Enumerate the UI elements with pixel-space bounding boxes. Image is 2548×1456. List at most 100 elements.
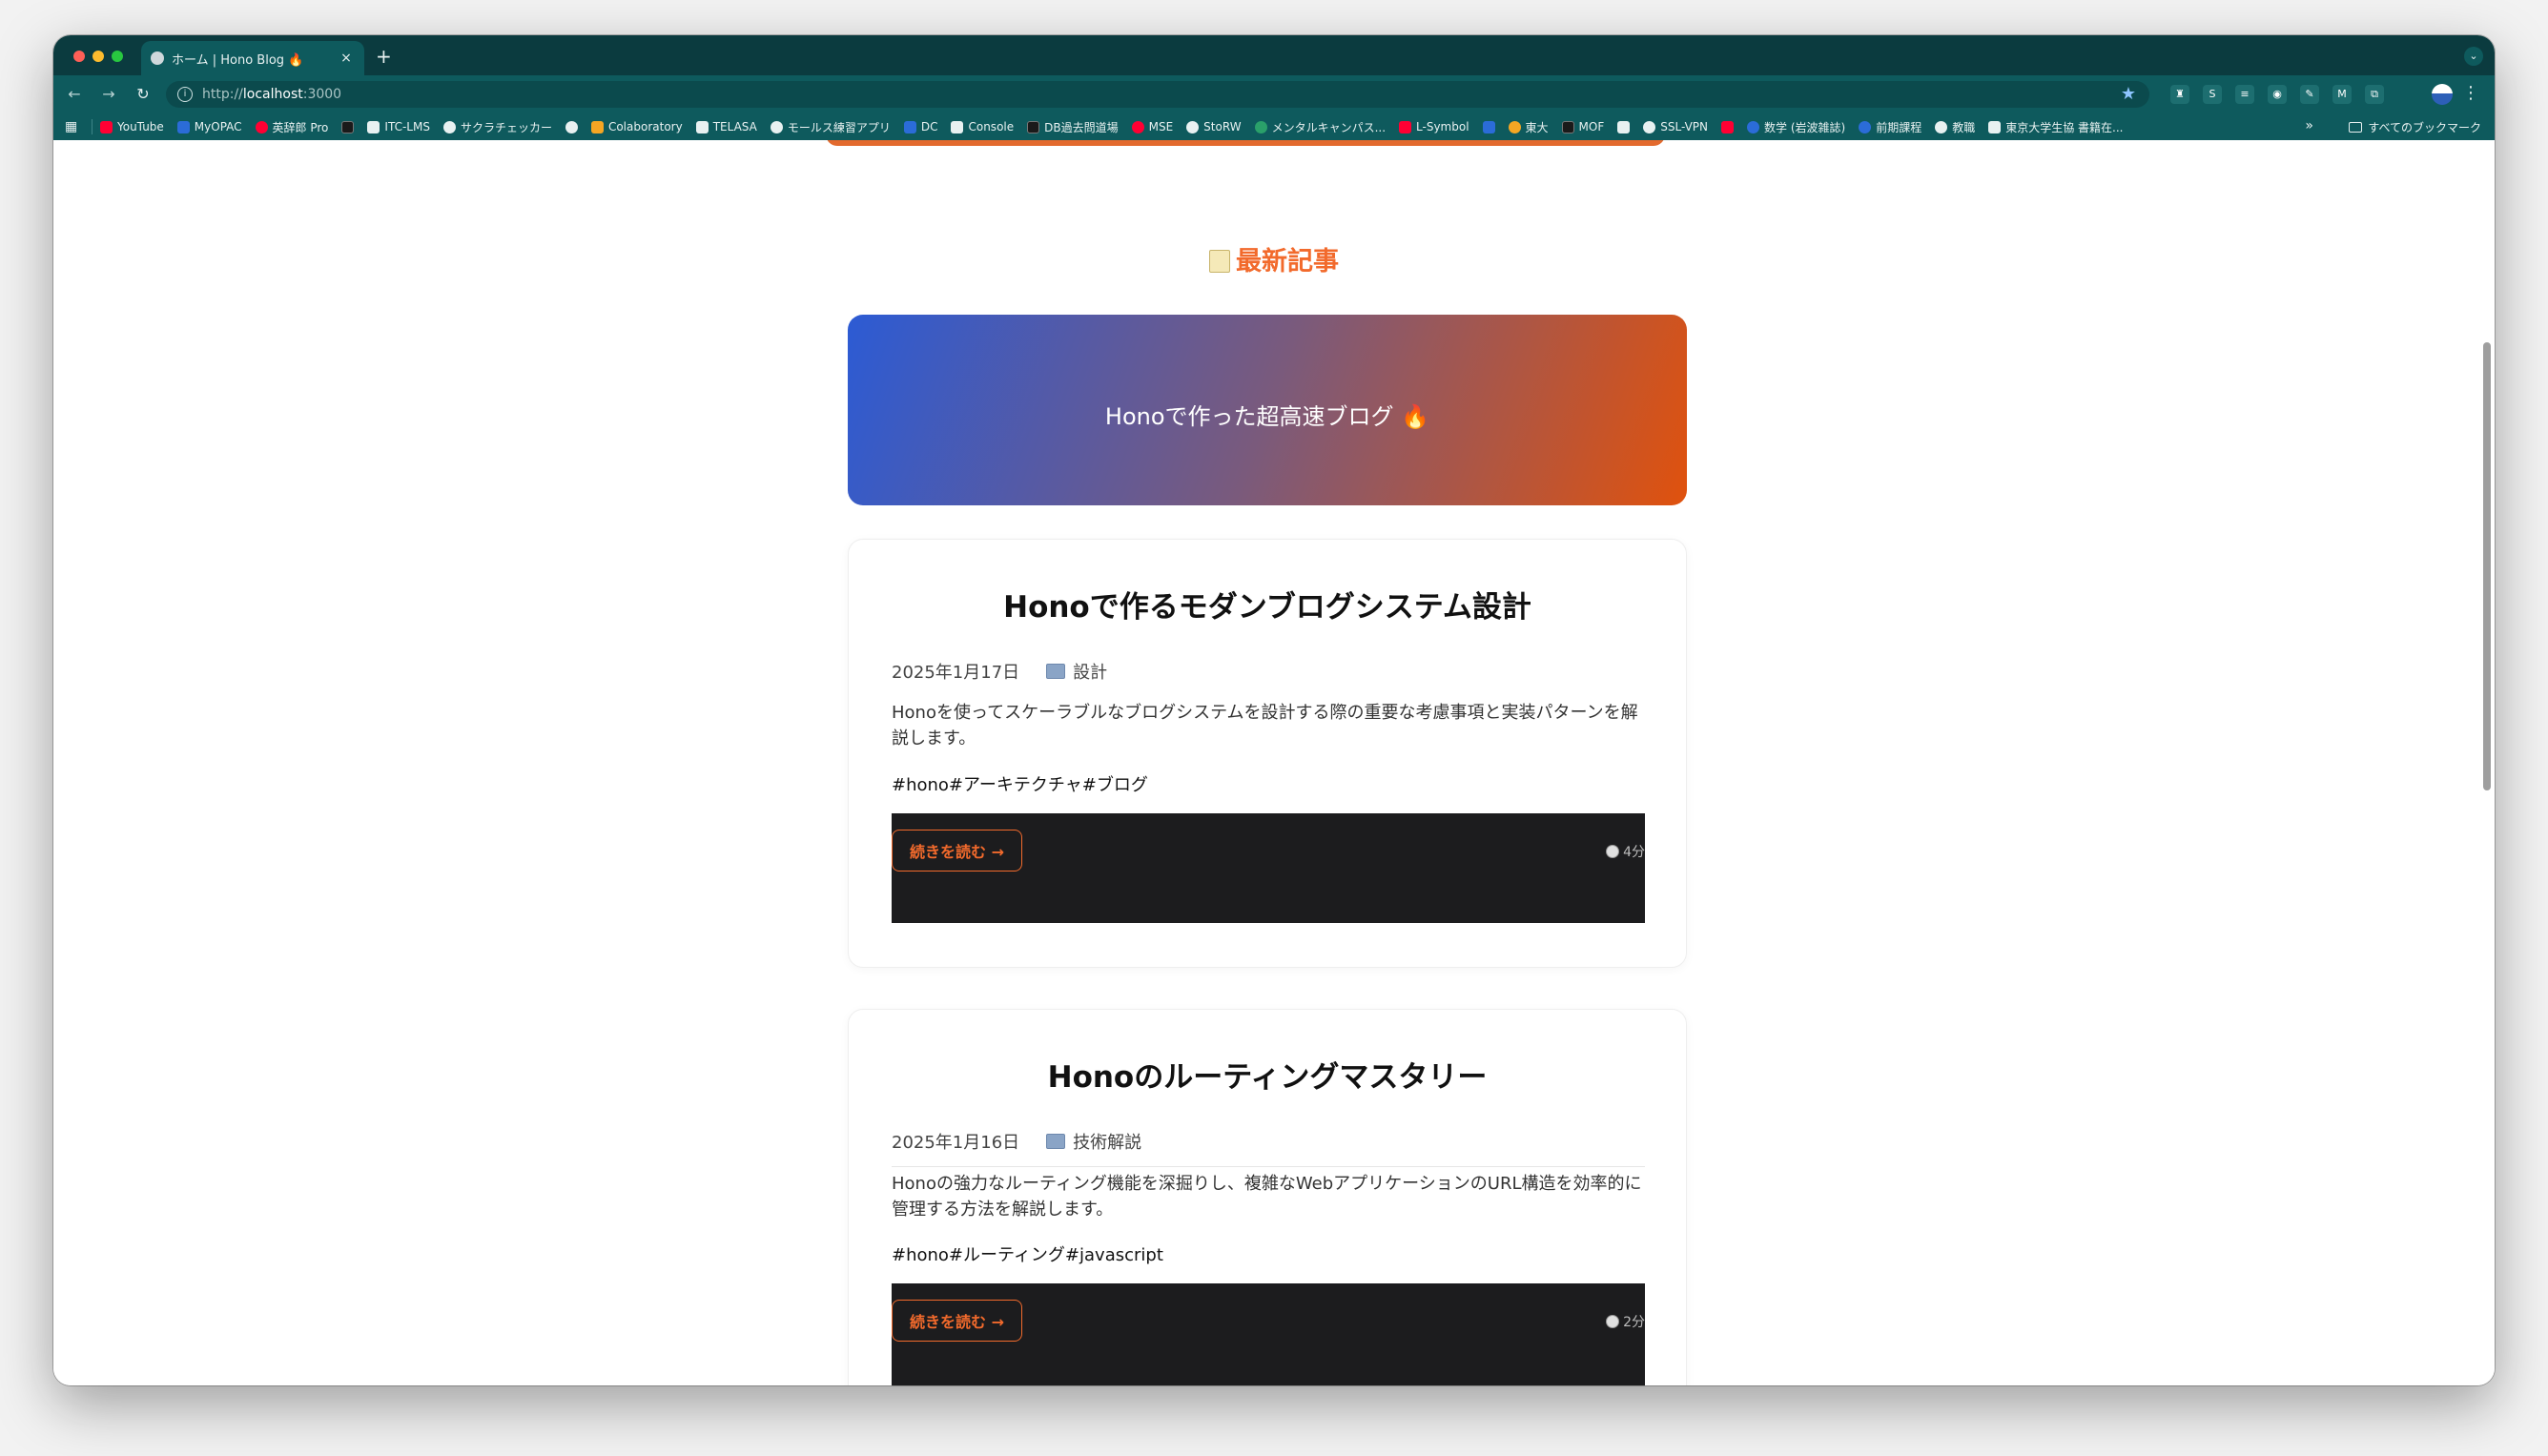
tab-title: ホーム | Hono Blog 🔥 — [172, 52, 304, 68]
site-info-icon[interactable]: i — [177, 87, 193, 102]
bookmark-label: MSE — [1148, 120, 1174, 133]
read-time-value: 4分 — [1623, 845, 1645, 860]
bookmark-favicon-icon — [255, 120, 268, 133]
memo-icon — [1209, 250, 1230, 273]
previous-card-edge — [826, 140, 1665, 146]
bookmark-item[interactable]: TELASA — [695, 120, 757, 133]
bookmark-label: DC — [920, 120, 938, 133]
bookmark-item[interactable]: ITC-LMS — [367, 120, 430, 133]
post-meta: 2025年1月16日 技術解説 — [892, 1129, 1141, 1154]
browser-window: ホーム | Hono Blog 🔥 × + ⌄ ← → ↻ i http://l… — [53, 35, 2495, 1385]
tab-close-button[interactable]: × — [338, 51, 355, 66]
bookmark-item[interactable] — [1617, 120, 1631, 133]
profile-avatar[interactable] — [2432, 84, 2453, 105]
bookmark-label: TELASA — [712, 120, 757, 133]
bookmark-label: L-Symbol — [1416, 120, 1469, 133]
bookmark-favicon-icon — [442, 120, 456, 133]
post-card: Honoのルーティングマスタリー 2025年1月16日 技術解説 Honoの強力… — [848, 1009, 1687, 1385]
post-category: 設計 — [1046, 659, 1107, 684]
read-time: 4分 — [1606, 842, 1645, 861]
bookmark-item[interactable]: YouTube — [100, 120, 164, 133]
bookmark-favicon-icon — [565, 120, 578, 133]
extension-icon[interactable]: S — [2203, 85, 2222, 104]
bookmark-item[interactable]: L-Symbol — [1399, 120, 1469, 133]
more-bookmarks-button[interactable]: » — [2305, 118, 2313, 133]
hero-banner: Honoで作った超高速ブログ 🔥 — [848, 315, 1687, 505]
page-scrollbar[interactable] — [2483, 140, 2491, 1385]
bookmark-item[interactable]: 教職 — [1935, 119, 1975, 135]
post-category-label: 設計 — [1073, 663, 1108, 683]
post-date: 2025年1月16日 — [892, 1133, 1020, 1153]
bookmark-item[interactable]: Colaboratory — [590, 120, 683, 133]
bookmark-item[interactable] — [341, 120, 355, 133]
bookmark-item[interactable]: StoRW — [1186, 120, 1242, 133]
bookmark-item[interactable]: DC — [903, 120, 938, 133]
post-meta: 2025年1月17日 設計 — [892, 659, 1107, 684]
bookmark-item[interactable]: メンタルキャンパス... — [1254, 119, 1386, 135]
bookmark-favicon-icon — [1131, 120, 1144, 133]
bookmark-item[interactable]: MyOPAC — [176, 120, 242, 133]
all-bookmarks-button[interactable]: すべてのブックマーク — [2349, 119, 2481, 135]
extension-icon[interactable]: M — [2332, 85, 2352, 104]
extension-icon[interactable]: ◉ — [2268, 85, 2287, 104]
bookmark-item[interactable]: 東大 — [1508, 119, 1549, 135]
bookmark-list: YouTube MyOPAC 英辞郎 Pro ITC-LMS サクラチェッカー Colab… — [100, 119, 2124, 135]
browser-menu-icon[interactable]: ⋮ — [2462, 83, 2479, 103]
post-footer: 続きを読む → 2分 — [892, 1283, 1645, 1385]
bookmark-item[interactable] — [565, 120, 578, 133]
bookmark-favicon-icon — [1186, 120, 1200, 133]
section-title-text: 最新記事 — [1236, 247, 1339, 277]
bookmark-item[interactable]: サクラチェッカー — [442, 119, 552, 135]
url-text[interactable]: http://localhost:3000 — [202, 87, 341, 102]
bookmarks-bar: ▦ YouTube MyOPAC 英辞郎 Pro ITC-LMS サクラチェッカー Col… — [53, 113, 2495, 140]
back-button[interactable]: ← — [65, 85, 84, 103]
read-more-button[interactable]: 続きを読む → — [892, 830, 1022, 872]
bookmark-item[interactable]: DB過去問道場 — [1027, 119, 1119, 135]
bookmark-item[interactable]: MOF — [1561, 120, 1604, 133]
url-port: :3000 — [302, 87, 342, 102]
extension-icon[interactable]: ♜ — [2170, 85, 2189, 104]
bookmark-item[interactable] — [1721, 120, 1735, 133]
hero-text: Honoで作った超高速ブログ 🔥 — [1104, 402, 1430, 430]
clock-icon — [1606, 1315, 1620, 1328]
bookmark-label: モールス練習アプリ — [787, 120, 891, 134]
bookmark-label: 英辞郎 Pro — [272, 120, 329, 134]
all-bookmarks-label: すべてのブックマーク — [2368, 121, 2481, 134]
tab-active[interactable]: ホーム | Hono Blog 🔥 × — [141, 41, 364, 75]
post-category-label: 技術解説 — [1073, 1133, 1142, 1153]
bookmark-star-icon[interactable]: ★ — [2121, 84, 2136, 104]
extension-icon[interactable]: ⧉ — [2365, 85, 2384, 104]
bookmark-favicon-icon — [1482, 120, 1495, 133]
post-footer: 続きを読む → 4分 — [892, 813, 1645, 923]
bookmark-label: DB過去問道場 — [1044, 120, 1119, 134]
bookmark-item[interactable]: 東京大学生協 書籍在... — [1988, 119, 2124, 135]
bookmark-item[interactable]: Console — [951, 120, 1014, 133]
extensions-bar: ♜ S ≡ ◉ ✎ M ⧉ — [2170, 85, 2384, 104]
address-bar[interactable]: i http://localhost:3000 ★ — [166, 81, 2149, 108]
post-date: 2025年1月17日 — [892, 663, 1020, 683]
reload-button[interactable]: ↻ — [134, 85, 153, 103]
post-tags: #hono#アーキテクチャ#ブログ — [892, 775, 1148, 795]
bookmark-item[interactable]: MSE — [1131, 120, 1174, 133]
bookmark-item[interactable]: SSL-VPN — [1643, 120, 1708, 133]
bookmark-item[interactable]: 英辞郎 Pro — [255, 119, 329, 135]
bookmark-favicon-icon — [951, 120, 964, 133]
forward-button[interactable]: → — [99, 85, 118, 103]
new-tab-button[interactable]: + — [376, 47, 392, 66]
apps-grid-icon[interactable]: ▦ — [65, 119, 88, 134]
scrollbar-thumb[interactable] — [2483, 342, 2491, 790]
bookmark-item[interactable]: モールス練習アプリ — [770, 119, 891, 135]
bookmark-item[interactable] — [1482, 120, 1495, 133]
bookmark-item[interactable]: 数学 (岩波雑誌) — [1747, 119, 1845, 135]
close-window-button[interactable] — [73, 51, 85, 62]
maximize-window-button[interactable] — [112, 51, 123, 62]
minimize-window-button[interactable] — [92, 51, 104, 62]
extension-icon[interactable]: ≡ — [2235, 85, 2254, 104]
bookmark-item[interactable]: 前期課程 — [1859, 119, 1921, 135]
extension-icon[interactable]: ✎ — [2300, 85, 2319, 104]
post-title[interactable]: Honoで作るモダンブログシステム設計 — [849, 583, 1686, 625]
browser-toolbar: ← → ↻ i http://localhost:3000 ★ ♜ S ≡ ◉ ✎ M ⧉ … — [53, 75, 2495, 113]
read-more-button[interactable]: 続きを読む → — [892, 1300, 1022, 1342]
tab-search-button[interactable]: ⌄ — [2464, 47, 2483, 66]
post-title[interactable]: Honoのルーティングマスタリー — [849, 1053, 1686, 1096]
